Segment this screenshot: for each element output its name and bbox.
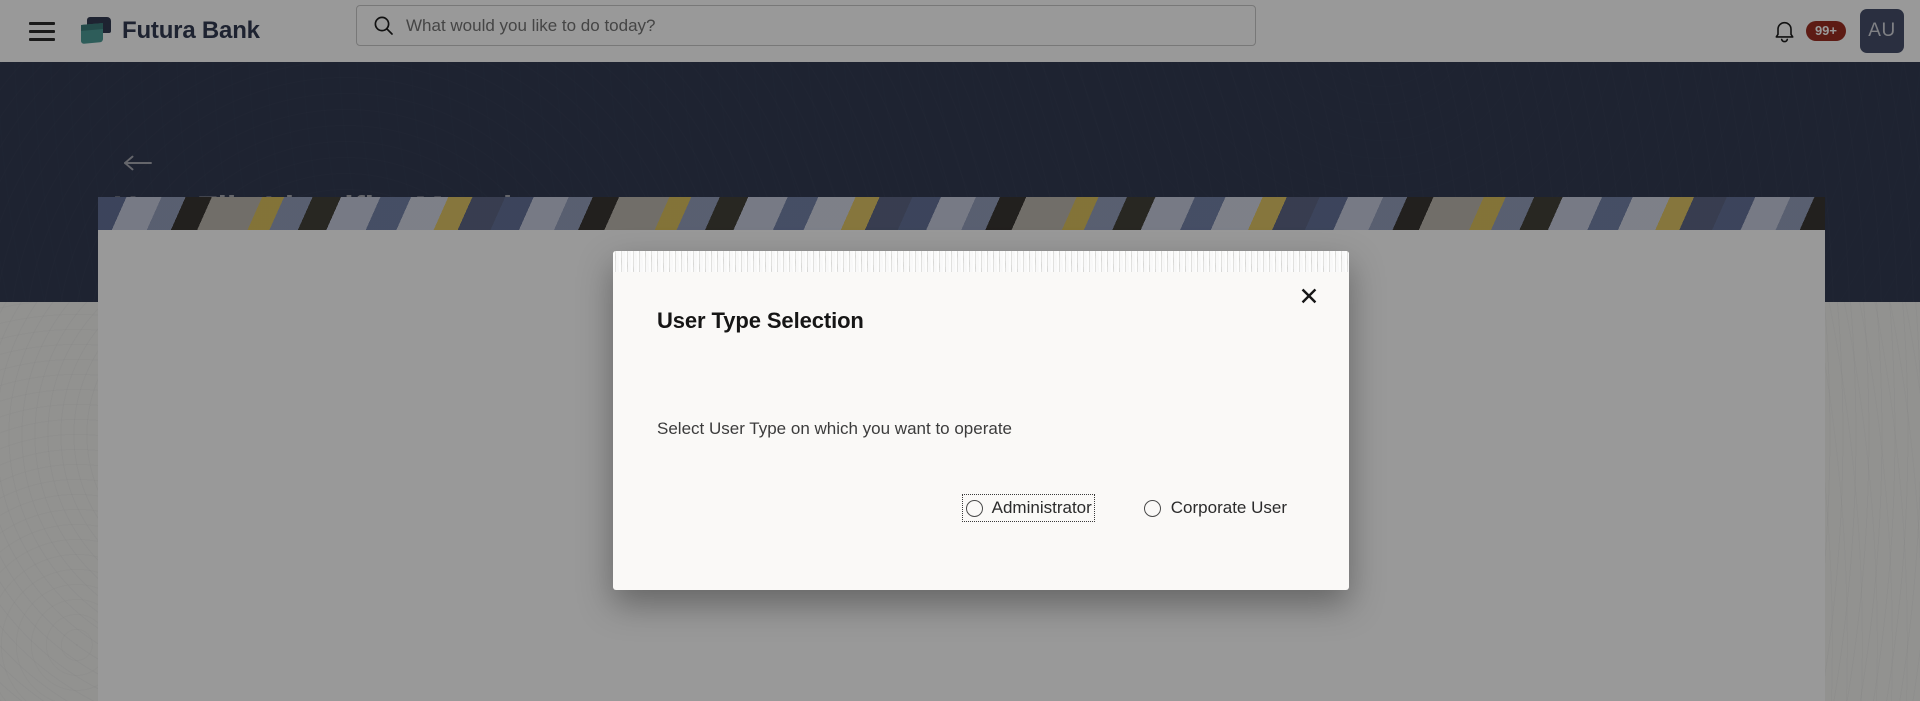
radio-label-corporate-user: Corporate User: [1171, 498, 1287, 518]
close-icon[interactable]: ✕: [1295, 283, 1323, 311]
user-type-radio-group: Administrator Corporate User: [613, 497, 1319, 519]
radio-option-administrator[interactable]: Administrator: [965, 497, 1092, 519]
modal-title: User Type Selection: [657, 308, 864, 334]
modal-description: Select User Type on which you want to op…: [657, 419, 1012, 439]
radio-label-administrator: Administrator: [992, 498, 1092, 518]
radio-circle-icon: [966, 500, 983, 517]
modal-top-texture: [613, 251, 1349, 272]
user-type-selection-modal: ✕ User Type Selection Select User Type o…: [613, 251, 1349, 590]
radio-option-corporate-user[interactable]: Corporate User: [1144, 498, 1287, 518]
app-root: Futura Bank 99+ AU: [0, 0, 1920, 701]
radio-circle-icon: [1144, 500, 1161, 517]
